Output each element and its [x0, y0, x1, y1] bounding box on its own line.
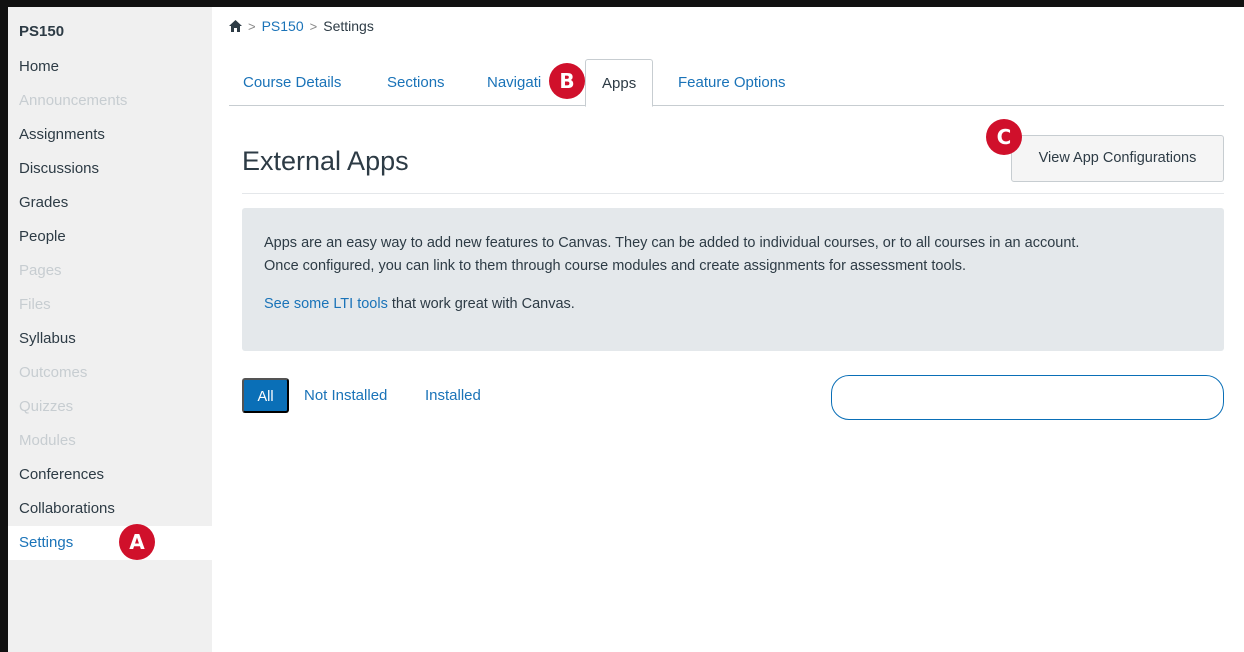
sidebar-item-people[interactable]: People — [8, 220, 212, 254]
info-link-suffix: that work great with Canvas. — [387, 296, 575, 312]
breadcrumb-course-link[interactable]: PS150 — [262, 18, 304, 34]
tab-apps[interactable]: Apps — [585, 59, 654, 107]
settings-tabs: Course Details Sections Navigati Apps Fe… — [229, 59, 1224, 107]
sidebar-item-home[interactable]: Home — [8, 50, 212, 84]
sidebar-item-pages[interactable]: Pages — [8, 254, 212, 288]
sidebar-item-collaborations[interactable]: Collaborations — [8, 492, 212, 526]
breadcrumb-separator: > — [248, 18, 256, 34]
callout-badge-b: B — [549, 63, 585, 99]
sidebar-item-assignments[interactable]: Assignments — [8, 118, 212, 152]
page-title: External Apps — [242, 146, 409, 176]
course-nav-sidebar: PS150 Home Announcements Assignments Dis… — [8, 7, 212, 652]
breadcrumb-separator: > — [309, 18, 318, 34]
filter-all-button[interactable]: All — [242, 378, 289, 413]
filter-not-installed-link[interactable]: Not Installed — [304, 378, 387, 413]
tab-course-details[interactable]: Course Details — [243, 59, 341, 106]
app-search-input[interactable] — [831, 375, 1224, 420]
home-icon[interactable] — [229, 20, 242, 32]
course-name: PS150 — [19, 23, 65, 40]
sidebar-item-settings[interactable]: Settings — [8, 526, 212, 560]
callout-badge-a: A — [119, 524, 155, 560]
breadcrumb-current: Settings — [323, 18, 374, 34]
sidebar-item-outcomes[interactable]: Outcomes — [8, 356, 212, 390]
tab-feature-options[interactable]: Feature Options — [678, 59, 786, 106]
sidebar-item-files[interactable]: Files — [8, 288, 212, 322]
sidebar-item-discussions[interactable]: Discussions — [8, 152, 212, 186]
info-text-line2: Once configured, you can link to them th… — [264, 258, 967, 274]
lti-tools-link[interactable]: See some LTI tools — [264, 296, 388, 312]
apps-info-panel: Apps are an easy way to add new features… — [242, 208, 1224, 351]
breadcrumb: > PS150 > Settings — [229, 18, 374, 34]
info-text-line1: Apps are an easy way to add new features… — [264, 235, 1080, 251]
filter-installed-link[interactable]: Installed — [425, 378, 481, 413]
callout-badge-c: C — [986, 119, 1022, 155]
title-divider — [242, 193, 1224, 194]
view-app-configurations-button[interactable]: View App Configurations — [1011, 135, 1224, 182]
sidebar-item-announcements[interactable]: Announcements — [8, 84, 212, 118]
sidebar-item-quizzes[interactable]: Quizzes — [8, 390, 212, 424]
tab-navigation[interactable]: Navigati — [487, 59, 541, 106]
sidebar-item-grades[interactable]: Grades — [8, 186, 212, 220]
sidebar-item-conferences[interactable]: Conferences — [8, 458, 212, 492]
sidebar-item-modules[interactable]: Modules — [8, 424, 212, 458]
tab-sections[interactable]: Sections — [387, 59, 445, 106]
sidebar-item-syllabus[interactable]: Syllabus — [8, 322, 212, 356]
